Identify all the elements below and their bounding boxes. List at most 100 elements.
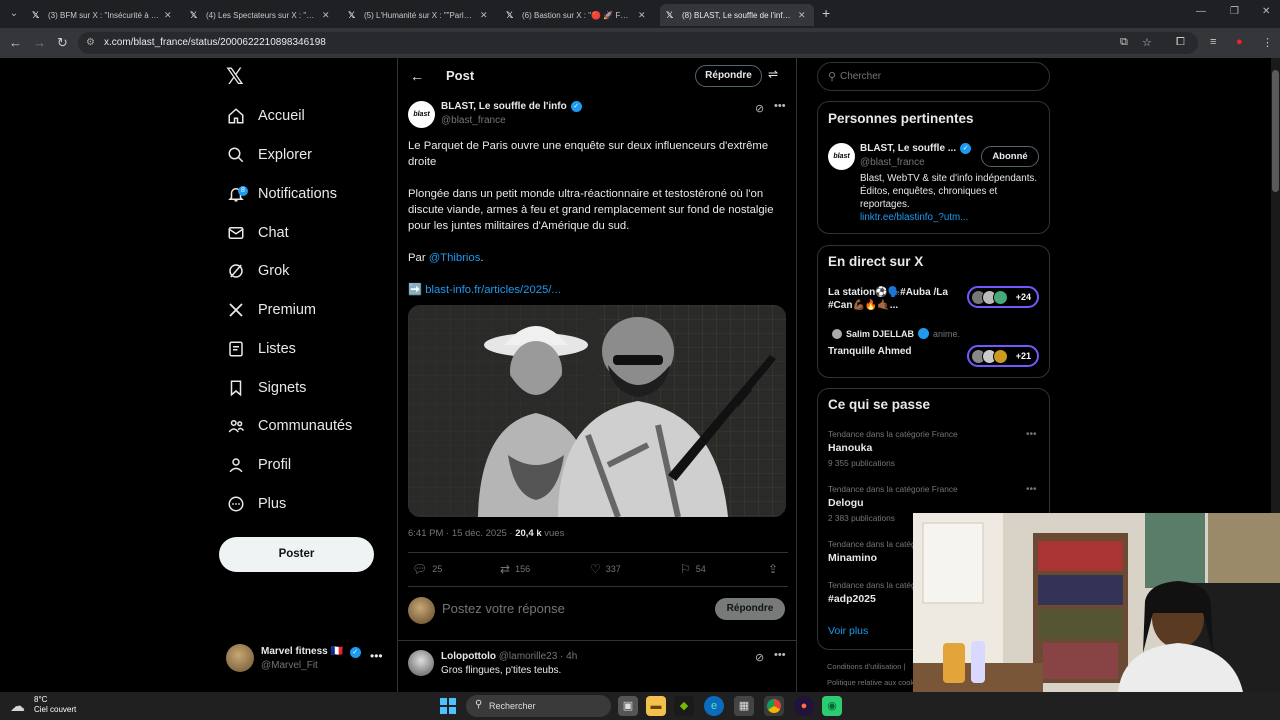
comment-author[interactable]: Lolopottolo <box>441 651 496 662</box>
avatar[interactable]: blast <box>828 143 855 170</box>
minimize-icon[interactable]: — <box>1196 6 1206 17</box>
extensions-icon[interactable]: ⧠ <box>1176 36 1185 49</box>
store-icon[interactable]: ▦ <box>734 696 754 716</box>
tab-close-icon[interactable]: ✕ <box>638 10 648 21</box>
task-view-icon[interactable]: ▣ <box>618 696 638 716</box>
browser-tab[interactable]: 𝕏 (4) Les Spectateurs sur X : "🔴 l ✕ <box>184 4 338 26</box>
bio-link[interactable]: linktr.ee/blastinfo_?utm... <box>860 212 968 223</box>
cookies-link[interactable]: Politique relative aux cookies <box>827 678 924 687</box>
live-space-title[interactable]: La station⚽🗣️#Auba /La #Can💪🏾🔥🤙🏾... <box>828 286 968 312</box>
file-explorer-icon[interactable]: ▬ <box>646 696 666 716</box>
reply-action[interactable]: 💬︎ 25 <box>412 562 442 576</box>
tab-search-icon[interactable]: ⌄ <box>6 6 22 22</box>
browser-tab[interactable]: 𝕏 (6) Bastion sur X : "🔴 🚀 FR ALE ✕ <box>500 4 654 26</box>
comment-avatar[interactable] <box>408 650 434 676</box>
firefox-icon[interactable]: ● <box>794 696 814 716</box>
reply-input[interactable]: Postez votre réponse <box>442 601 565 616</box>
browser-tab[interactable]: 𝕏 (3) BFM sur X : "Insécurité à Ma ✕ <box>26 4 180 26</box>
nav-item-signets[interactable]: Signets <box>226 373 306 403</box>
profile-avatar-icon[interactable]: ● <box>1236 36 1243 48</box>
tab-close-icon[interactable]: ✕ <box>164 10 174 21</box>
bookmark-star-icon[interactable]: ☆ <box>1142 36 1152 49</box>
nav-item-accueil[interactable]: Accueil <box>226 101 305 131</box>
chrome-icon[interactable] <box>764 696 784 716</box>
maximize-icon[interactable]: ❐ <box>1230 6 1239 17</box>
more-dots-icon[interactable]: ••• <box>1026 484 1037 495</box>
nav-item-chat[interactable]: Chat <box>226 218 289 248</box>
scrollbar-thumb[interactable] <box>1272 70 1279 192</box>
browser-menu-icon[interactable]: ⋮ <box>1262 36 1273 49</box>
post-timestamp[interactable]: 6:41 PM · 15 déc. 2025 · <box>408 528 515 539</box>
reply-submit-button[interactable]: Répondre <box>715 598 785 620</box>
mention-link[interactable]: @Thibrios <box>429 252 481 264</box>
x-favicon-icon: 𝕏 <box>348 10 356 20</box>
person-name[interactable]: BLAST, Le souffle ... ✓ <box>860 143 972 154</box>
more-dots-icon[interactable]: ••• <box>370 649 383 663</box>
nvidia-icon[interactable]: ◆ <box>674 696 694 716</box>
more-dots-icon[interactable]: ••• <box>774 649 786 661</box>
live-listeners-pill[interactable]: +21 <box>967 345 1039 367</box>
person-handle[interactable]: @blast_france <box>860 157 925 168</box>
taskbar-search[interactable]: ⚲ Rechercher <box>466 695 611 717</box>
live-space-title[interactable]: Tranquille Ahmed <box>828 345 968 358</box>
post-image-illustration <box>408 305 786 517</box>
more-dots-icon[interactable]: ••• <box>774 100 786 112</box>
x-logo-icon[interactable]: 𝕏 <box>226 64 244 90</box>
windows-start-icon[interactable] <box>440 698 456 714</box>
address-bar[interactable]: x.com/blast_france/status/20006222108983… <box>78 32 1198 54</box>
nav-item-grok[interactable]: Grok <box>226 256 289 286</box>
live-listeners-pill[interactable]: +24 <box>967 286 1039 308</box>
nav-item-profil[interactable]: Profil <box>226 450 291 480</box>
follow-button[interactable]: Abonné <box>981 146 1039 167</box>
reading-list-icon[interactable]: ≡ <box>1210 36 1216 48</box>
bookmark-action[interactable]: ⚐ 54 <box>680 562 706 576</box>
filter-settings-icon[interactable]: ⇌ <box>768 67 778 81</box>
cloud-icon[interactable]: ☁ <box>10 697 25 715</box>
grok-icon[interactable]: ⊘ <box>755 102 764 115</box>
author-name[interactable]: BLAST, Le souffle de l'info ✓ <box>441 101 582 112</box>
tab-close-icon[interactable]: ✕ <box>798 10 808 21</box>
nav-item-communautés[interactable]: Communautés <box>226 411 352 441</box>
more-dots-icon[interactable]: ••• <box>1026 429 1037 440</box>
share-action[interactable]: ⇪ <box>768 562 783 576</box>
back-arrow-icon[interactable]: ← <box>410 68 424 84</box>
search-input[interactable]: ⚲ Chercher <box>817 62 1050 91</box>
post-image[interactable] <box>408 305 786 517</box>
edge-icon[interactable]: e <box>704 696 724 716</box>
nav-item-notifications[interactable]: 8 Notifications <box>226 179 337 209</box>
grok-icon[interactable]: ⊘ <box>755 651 764 664</box>
browser-tab[interactable]: 𝕏 (5) L'Humanité sur X : ""Parler d ✕ <box>342 4 496 26</box>
window-close-icon[interactable]: ✕ <box>1262 6 1270 17</box>
nav-item-plus[interactable]: Plus <box>226 489 286 519</box>
notification-badge: 8 <box>238 186 248 196</box>
repost-action[interactable]: ⇄ 156 <box>500 562 530 576</box>
weather-status[interactable]: Ciel couvert <box>34 705 76 714</box>
author-handle[interactable]: @blast_france <box>441 115 506 126</box>
see-more-link[interactable]: Voir plus <box>828 625 868 637</box>
reload-icon[interactable]: ↻ <box>57 35 68 51</box>
forward-arrow-icon[interactable]: → <box>33 35 46 50</box>
divider <box>398 640 796 641</box>
app-icon[interactable]: ◉ <box>822 696 842 716</box>
reply-button[interactable]: Répondre <box>695 65 762 87</box>
new-tab-icon[interactable]: + <box>822 5 830 21</box>
post-button[interactable]: Poster <box>219 537 374 572</box>
author-avatar[interactable]: blast <box>408 101 435 128</box>
tab-close-icon[interactable]: ✕ <box>322 10 332 21</box>
site-info-icon[interactable]: ⚙ <box>86 37 95 48</box>
account-switcher[interactable]: Marvel fitness 🇫🇷 ✓ @Marvel_Fit ••• <box>226 644 386 676</box>
like-action[interactable]: ♡ 337 <box>590 562 621 576</box>
nav-item-premium[interactable]: Premium <box>226 295 316 325</box>
back-arrow-icon[interactable]: ← <box>9 35 22 50</box>
article-link[interactable]: blast-info.fr/articles/2025/... <box>425 284 561 296</box>
tab-close-icon[interactable]: ✕ <box>480 10 490 21</box>
post-meta: 6:41 PM · 15 déc. 2025 · 20,4 k vues <box>408 528 564 539</box>
post-paragraph: Le Parquet de Paris ouvre une enquête su… <box>408 140 769 168</box>
nav-item-listes[interactable]: Listes <box>226 334 296 364</box>
browser-tab-active[interactable]: 𝕏 (8) BLAST, Le souffle de l'info su ✕ <box>660 4 814 26</box>
comment-handle[interactable]: @lamorille23 · 4h <box>499 651 578 662</box>
install-app-icon[interactable]: ⧉ <box>1120 36 1128 49</box>
weather-temp[interactable]: 8°C <box>34 695 47 704</box>
nav-item-explorer[interactable]: Explorer <box>226 140 312 170</box>
terms-link[interactable]: Conditions d'utilisation | <box>827 662 905 671</box>
